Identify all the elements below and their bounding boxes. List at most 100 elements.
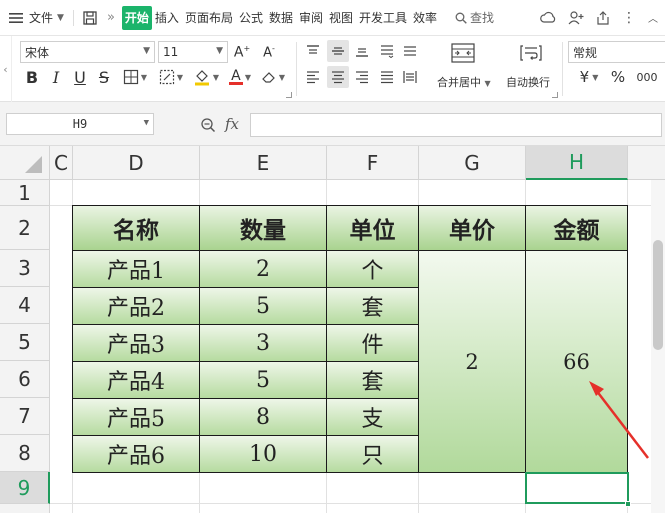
table-cell-quantity[interactable]: 5 xyxy=(199,287,327,325)
column-header-c[interactable]: C xyxy=(50,146,73,180)
table-cell-unit[interactable]: 个 xyxy=(326,250,419,288)
save-icon[interactable] xyxy=(80,6,100,30)
column-header-g[interactable]: G xyxy=(419,146,526,180)
formula-input[interactable] xyxy=(250,113,662,137)
collapse-ribbon-icon[interactable]: ︿ xyxy=(645,6,661,30)
more-options-icon[interactable]: ⋮ xyxy=(619,6,639,30)
vertical-scrollbar[interactable] xyxy=(651,180,665,513)
distribute-button[interactable] xyxy=(400,66,420,88)
number-format-select[interactable]: 常规 xyxy=(568,41,665,63)
borders-button[interactable]: ▼ xyxy=(120,66,150,88)
table-cell-unit[interactable]: 件 xyxy=(326,324,419,362)
spreadsheet-grid[interactable]: C D E F G H 1 2 3 4 5 6 7 8 9 名称 数量 单位 单… xyxy=(0,146,665,513)
column-header-e[interactable]: E xyxy=(200,146,327,180)
bold-button[interactable]: B xyxy=(22,66,42,88)
align-center-button[interactable] xyxy=(327,66,349,88)
cloud-sync-icon[interactable] xyxy=(537,6,559,30)
column-header-h[interactable]: H xyxy=(526,146,628,180)
align-left-button[interactable] xyxy=(303,66,323,88)
header-cell-unit-price[interactable]: 单价 xyxy=(418,205,526,251)
zoom-search-icon[interactable] xyxy=(200,117,216,133)
row-header-7[interactable]: 7 xyxy=(0,398,50,435)
column-header-blank[interactable] xyxy=(628,146,665,180)
name-box[interactable]: H9 ▼ xyxy=(6,113,154,135)
currency-format-button[interactable]: ¥ ▼ xyxy=(572,66,606,88)
table-cell-quantity[interactable]: 2 xyxy=(199,250,327,288)
header-cell-amount[interactable]: 金额 xyxy=(525,205,628,251)
table-cell-unit[interactable]: 套 xyxy=(326,361,419,399)
row-header-3[interactable]: 3 xyxy=(0,250,50,287)
percent-format-button[interactable]: % xyxy=(608,66,628,88)
active-cell-selection[interactable] xyxy=(525,472,629,504)
table-cell-name[interactable]: 产品3 xyxy=(72,324,200,362)
dialog-launcher-icon[interactable] xyxy=(552,92,558,98)
row-header-8[interactable]: 8 xyxy=(0,435,50,472)
clear-button[interactable]: ▼ xyxy=(258,66,288,88)
strikethrough-button[interactable]: S xyxy=(94,66,114,88)
table-cell-unit[interactable]: 支 xyxy=(326,398,419,436)
row-header-5[interactable]: 5 xyxy=(0,324,50,361)
decrease-font-size-button[interactable]: A- xyxy=(258,41,280,63)
justify-button[interactable] xyxy=(376,66,398,88)
text-direction-button[interactable] xyxy=(376,40,398,62)
underline-button[interactable]: U xyxy=(70,66,90,88)
wrap-text-button[interactable]: 自动换行 xyxy=(506,74,550,90)
share-icon[interactable] xyxy=(593,6,613,30)
row-header-9[interactable]: 9 xyxy=(0,472,50,504)
row-header-6[interactable]: 6 xyxy=(0,361,50,398)
orientation-button[interactable] xyxy=(400,40,420,62)
merged-cell-amount[interactable]: 66 xyxy=(525,250,628,473)
merge-center-button[interactable]: 合并居中 ▼ xyxy=(437,74,491,90)
fx-icon[interactable]: fx xyxy=(225,115,239,133)
tab-formulas[interactable]: 公式 xyxy=(236,6,266,30)
row-header-4[interactable]: 4 xyxy=(0,287,50,324)
tab-home[interactable]: 开始 xyxy=(121,5,152,30)
wrap-text-icon-button[interactable] xyxy=(516,40,546,66)
font-name-select[interactable]: 宋体 ▼ xyxy=(20,41,155,63)
align-right-button[interactable] xyxy=(352,66,372,88)
hamburger-icon[interactable] xyxy=(6,6,26,30)
table-cell-name[interactable]: 产品4 xyxy=(72,361,200,399)
user-add-icon[interactable] xyxy=(565,6,587,30)
tab-review[interactable]: 审阅 xyxy=(296,6,326,30)
align-bottom-button[interactable] xyxy=(352,40,372,62)
table-cell-name[interactable]: 产品2 xyxy=(72,287,200,325)
dialog-launcher-icon[interactable] xyxy=(286,92,292,98)
ribbon-scroll-left-icon[interactable]: ‹ xyxy=(0,36,12,102)
search-button[interactable]: 查找 xyxy=(452,6,497,30)
column-header-f[interactable]: F xyxy=(327,146,419,180)
table-cell-quantity[interactable]: 10 xyxy=(199,435,327,473)
fill-handle[interactable] xyxy=(625,501,631,507)
table-cell-name[interactable]: 产品6 xyxy=(72,435,200,473)
italic-button[interactable]: I xyxy=(46,66,66,88)
table-cell-quantity[interactable]: 3 xyxy=(199,324,327,362)
tab-efficiency[interactable]: 效率 xyxy=(410,6,440,30)
tab-insert[interactable]: 插入 xyxy=(152,6,182,30)
header-cell-name[interactable]: 名称 xyxy=(72,205,200,251)
merge-center-icon-button[interactable] xyxy=(448,40,478,66)
row-header-10[interactable] xyxy=(0,504,50,513)
scrollbar-thumb[interactable] xyxy=(653,240,663,350)
align-middle-button[interactable] xyxy=(327,40,349,62)
table-cell-quantity[interactable]: 8 xyxy=(199,398,327,436)
table-cell-name[interactable]: 产品5 xyxy=(72,398,200,436)
tab-view[interactable]: 视图 xyxy=(326,6,356,30)
table-cell-unit[interactable]: 套 xyxy=(326,287,419,325)
table-cell-name[interactable]: 产品1 xyxy=(72,250,200,288)
tab-page-layout[interactable]: 页面布局 xyxy=(182,6,236,30)
increase-font-size-button[interactable]: A+ xyxy=(232,41,252,63)
more-icon[interactable]: » xyxy=(104,6,118,30)
header-cell-quantity[interactable]: 数量 xyxy=(199,205,327,251)
align-top-button[interactable] xyxy=(303,40,323,62)
table-cell-quantity[interactable]: 5 xyxy=(199,361,327,399)
fill-color-button[interactable]: ▼ xyxy=(190,66,222,88)
merged-cell-unit-price[interactable]: 2 xyxy=(418,250,526,473)
select-all-corner[interactable] xyxy=(0,146,50,180)
column-header-d[interactable]: D xyxy=(73,146,200,180)
font-size-select[interactable]: 11 ▼ xyxy=(158,41,228,63)
thousands-format-button[interactable]: 000 xyxy=(632,66,662,88)
row-header-1[interactable]: 1 xyxy=(0,180,50,206)
table-cell-unit[interactable]: 只 xyxy=(326,435,419,473)
header-cell-unit[interactable]: 单位 xyxy=(326,205,419,251)
file-menu[interactable]: 文件 ▼ xyxy=(26,6,67,30)
